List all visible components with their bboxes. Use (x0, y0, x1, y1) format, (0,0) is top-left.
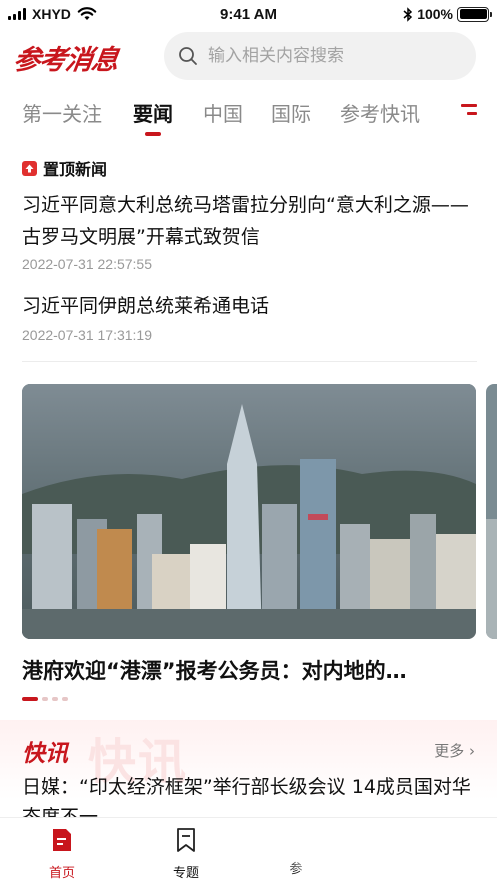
more-link[interactable]: 更多 › (434, 740, 475, 761)
channel-menu-icon[interactable] (461, 104, 479, 124)
search-bar[interactable] (164, 32, 476, 80)
pagination-dot (42, 697, 48, 701)
bluetooth-icon (403, 6, 413, 22)
carousel-next-preview[interactable] (486, 384, 497, 639)
news-item-title[interactable]: 习近平同伊朗总统莱希通电话 (22, 290, 482, 322)
home-doc-icon (53, 829, 71, 851)
news-item-title[interactable]: 习近平同意大利总统马塔雷拉分别向“意大利之源——古罗马文明展”开幕式致贺信 (22, 189, 482, 253)
carousel-image[interactable] (22, 384, 476, 639)
pin-icon (22, 160, 37, 176)
search-icon (179, 47, 197, 65)
carousel-headline[interactable]: 港府欢迎“港漂”报考公务员：对内地的… (22, 655, 482, 685)
more-label: 更多 (434, 742, 465, 760)
news-item-time: 2022-07-31 17:31:19 (22, 327, 152, 343)
pagination-dot (52, 697, 58, 701)
search-input[interactable] (208, 46, 458, 66)
pagination-dot (22, 697, 38, 701)
flash-news-title: 快讯 (22, 741, 68, 767)
bottom-tab-bar: 首页 专题 参 (0, 817, 497, 883)
app-logo: 参考消息 (11, 45, 120, 76)
app-header: 参考消息 (0, 30, 497, 84)
pinned-news-header: 置顶新闻 (22, 156, 107, 180)
section-divider (22, 361, 477, 362)
news-item-time: 2022-07-31 22:57:55 (22, 256, 152, 272)
bookmark-icon (177, 828, 195, 852)
flash-news-section: 快讯 快讯 更多 › 日媒：“印太经济框架”举行部长级会议 14成员国对华态度不… (0, 720, 497, 828)
tabbar-label: 专题 (172, 866, 199, 881)
tab-flash-news[interactable]: 参考快讯 (340, 98, 420, 127)
chevron-right-icon: › (469, 742, 475, 760)
tab-headlines[interactable]: 要闻 (133, 98, 173, 127)
battery-percent: 100% (417, 6, 453, 22)
tabbar-label: 首页 (48, 866, 75, 881)
tabbar-topics[interactable]: 专题 (146, 826, 226, 881)
tab-china[interactable]: 中国 (203, 98, 243, 127)
tab-international[interactable]: 国际 (271, 98, 311, 127)
carousel-pagination (22, 697, 68, 701)
pagination-dot (62, 697, 68, 701)
hong-kong-skyline-image (22, 384, 476, 639)
battery-icon (457, 6, 492, 22)
fade-overlay (280, 830, 400, 870)
active-tab-indicator (145, 132, 161, 136)
pinned-news-label: 置顶新闻 (43, 160, 108, 179)
tabbar-home[interactable]: 首页 (22, 826, 102, 881)
status-bar: XHYD 9:41 AM 100% (0, 0, 497, 30)
channel-tabs: 第一关注 要闻 中国 国际 参考快讯 (0, 96, 497, 140)
tab-first-focus[interactable]: 第一关注 (22, 98, 102, 127)
